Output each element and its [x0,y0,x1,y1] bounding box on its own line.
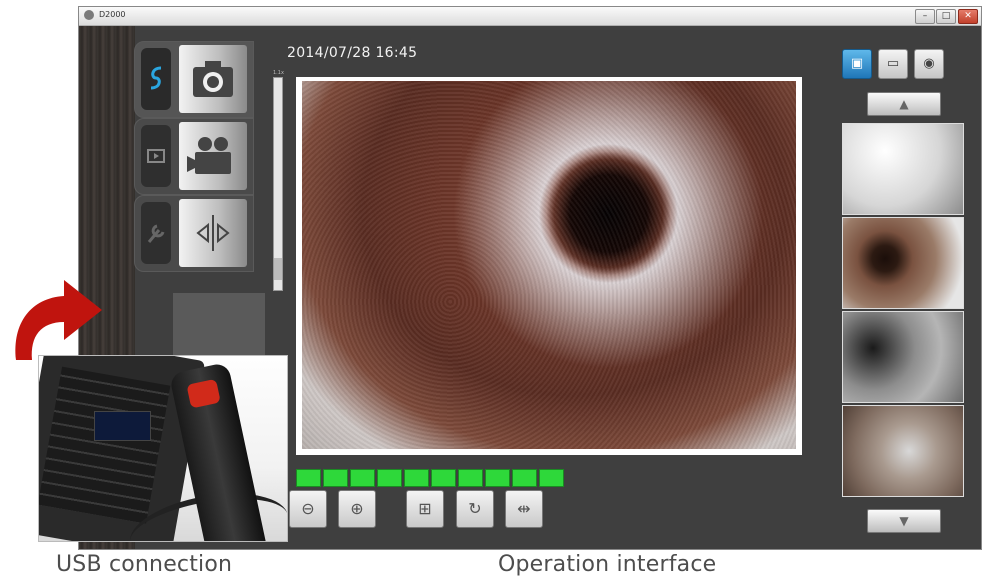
image-view-button[interactable]: ▭ [878,49,908,79]
curved-arrow-icon [15,280,103,360]
probe-head [186,378,221,409]
zoom-scale-caption: 1.1x [273,70,284,76]
playback-icon [141,125,171,187]
gallery-view-button[interactable]: ▣ [842,49,872,79]
camera-feed-image [302,81,796,449]
thumbnail-down-button[interactable]: ▼ [867,509,941,533]
zoom-level-bar [296,469,566,487]
zoom-level-segment [404,469,429,487]
tab-record-video[interactable] [134,118,254,195]
snapshot-view-button[interactable]: ◉ [914,49,944,79]
usb-connection-photo [38,355,288,542]
tab-compare[interactable] [134,195,254,272]
thumbnail[interactable] [842,123,964,215]
zoom-level-segment [377,469,402,487]
window-title: D2000 [99,10,126,19]
zoom-level-segment [350,469,375,487]
title-bar: D2000 – □ ✕ [79,7,981,26]
app-icon [84,10,94,20]
minimize-button[interactable]: – [915,9,935,24]
light-down-button[interactable]: ⊖ [289,490,327,528]
camera-icon [179,45,247,113]
caption-usb-connection: USB connection [56,552,233,577]
zoom-level-segment [431,469,456,487]
light-up-button[interactable]: ⊕ [338,490,376,528]
thumbnail-strip [842,123,964,501]
live-view[interactable] [296,77,802,455]
zoom-level-segment [512,469,537,487]
tab-capture-photo[interactable] [134,41,254,118]
zoom-button[interactable]: ⊞ [406,490,444,528]
close-button[interactable]: ✕ [958,9,978,24]
thumbnail[interactable] [842,217,964,309]
video-camera-icon [179,122,247,190]
rotate-button[interactable]: ↻ [456,490,494,528]
datetime-display: 2014/07/28 16:45 [287,45,418,61]
mirror-button[interactable]: ⇹ [505,490,543,528]
thumbnail-up-button[interactable]: ▲ [867,92,941,116]
wrench-icon [141,202,171,264]
laptop-screen [94,411,151,441]
zoom-level-segment [539,469,564,487]
zoom-level-segment [323,469,348,487]
scroll-thumb[interactable] [274,258,282,280]
thumbnail[interactable] [842,405,964,497]
caption-operation-interface: Operation interface [498,552,717,577]
zoom-scrollbar[interactable] [273,77,283,291]
usb-icon [141,48,171,110]
maximize-button[interactable]: □ [936,9,956,24]
zoom-level-segment [485,469,510,487]
split-compare-icon [179,199,247,267]
thumbnail[interactable] [842,311,964,403]
zoom-level-segment [458,469,483,487]
zoom-level-segment [296,469,321,487]
